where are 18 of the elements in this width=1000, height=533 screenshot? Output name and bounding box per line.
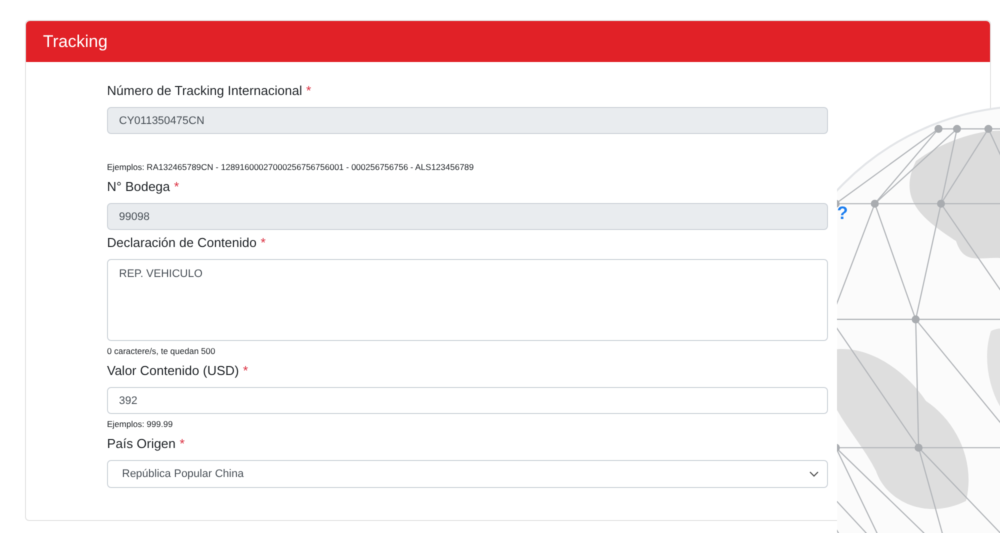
required-asterisk: * — [242, 362, 248, 380]
field-label: N° Bodega — [107, 178, 170, 196]
content-textarea[interactable]: REP. VEHICULO — [107, 259, 828, 341]
required-asterisk: * — [174, 178, 180, 196]
country-select[interactable]: República Popular China — [107, 460, 828, 488]
field-hint: Ejemplos: 999.99 — [107, 418, 173, 431]
chevron-down-icon — [809, 471, 819, 477]
input-field[interactable]: 392 — [107, 387, 828, 414]
card-title: Tracking — [43, 30, 108, 53]
field-label: País Origen — [107, 435, 176, 453]
required-asterisk: * — [180, 435, 185, 453]
field-label: Número de Tracking Internacional — [107, 82, 302, 100]
field-hint: Ejemplos: RA132465789CN - 12891600027000256756756001 - 000256756756 - ALS123456789 — [107, 161, 474, 174]
field-label: Declaración de Contenido — [107, 234, 257, 252]
required-asterisk: * — [260, 234, 266, 252]
required-asterisk: * — [306, 82, 312, 100]
field-hint: 0 caractere/s, te quedan 500 — [107, 345, 216, 358]
field-label: Valor Contenido (USD) — [107, 362, 239, 380]
